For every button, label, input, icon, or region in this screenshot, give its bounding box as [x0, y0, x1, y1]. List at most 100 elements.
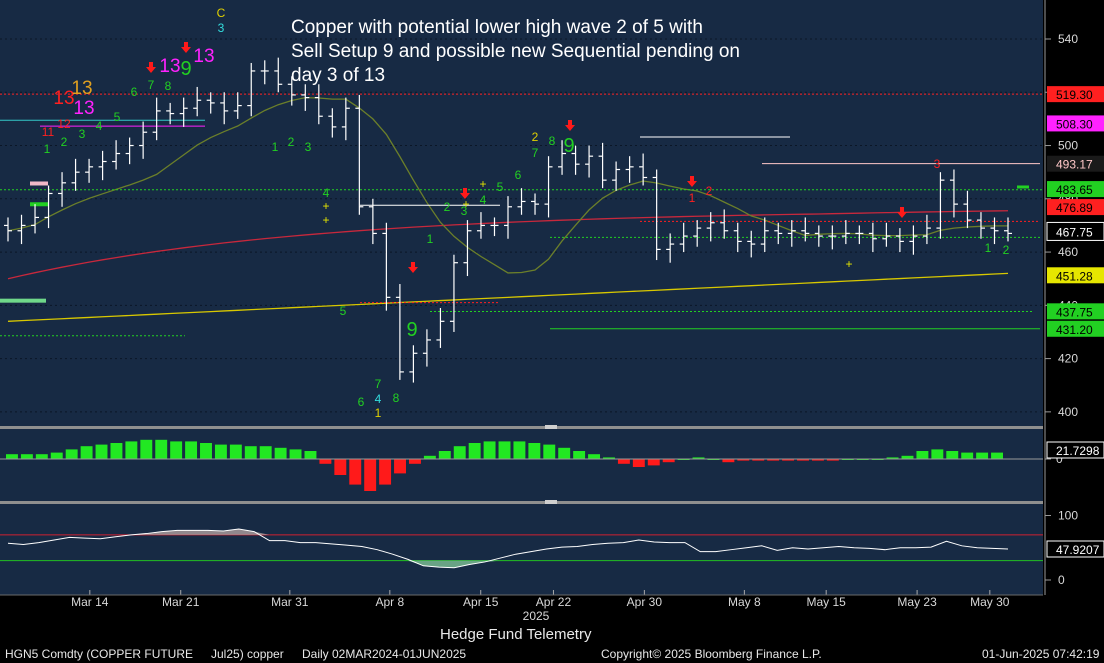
- histogram-bar: [468, 443, 481, 459]
- seq-count-28: 9: [406, 319, 417, 341]
- price-tag-text: 483.65: [1056, 183, 1093, 197]
- tdst-block-pink: [30, 181, 48, 186]
- seq-count-5: 13: [159, 56, 180, 77]
- seq-count-24: 7: [375, 377, 382, 391]
- histogram-bar: [334, 459, 347, 475]
- seq-count-22: 5: [340, 304, 347, 318]
- seq-count-4: 13: [71, 78, 92, 99]
- histogram-bar: [244, 446, 257, 459]
- footer-timestamp: 01-Jun-2025 07:42:19: [982, 647, 1100, 661]
- price-tag-text: 508.30: [1056, 117, 1093, 131]
- seq-count-11: 5: [114, 110, 121, 124]
- seq-plus-mark: +: [322, 213, 329, 227]
- seq-count-17: 3: [218, 21, 225, 35]
- histogram-bar: [617, 459, 630, 464]
- footer-copyright: Copyright© 2025 Bloomberg Finance L.P.: [601, 647, 822, 661]
- x-tick-label: Mar 31: [271, 595, 309, 609]
- histogram-bar: [588, 454, 601, 459]
- histogram-bar: [95, 444, 108, 459]
- histogram-bar: [438, 451, 451, 459]
- seq-plus-mark: +: [322, 199, 329, 213]
- x-tick-label: May 15: [807, 595, 847, 609]
- histogram-bar: [543, 444, 556, 459]
- tdst-block-green-2: [30, 202, 48, 207]
- histogram-bar: [155, 439, 168, 459]
- price-tag-text: 431.20: [1056, 323, 1093, 337]
- seq-count-2: 13: [73, 98, 94, 119]
- seq-count-10: 4: [96, 119, 103, 133]
- price-tick-label: 540: [1058, 32, 1078, 46]
- seq-count-13: 7: [148, 78, 155, 92]
- histogram-bar: [170, 441, 183, 459]
- price-tick-label: 500: [1058, 139, 1078, 153]
- x-tick-label: May 8: [728, 595, 761, 609]
- histogram-bar: [916, 451, 929, 459]
- seq-plus-mark: +: [462, 197, 469, 211]
- x-tick-label: Apr 8: [375, 595, 404, 609]
- x-tick-label: Apr 22: [536, 595, 572, 609]
- x-tick-label: Apr 30: [627, 595, 663, 609]
- seq-count-23: 6: [358, 395, 365, 409]
- seq-count-14: 8: [165, 79, 172, 93]
- histogram-bar: [319, 459, 332, 464]
- histogram-bar: [946, 451, 959, 459]
- osc-tick-label: 100: [1058, 509, 1078, 523]
- seq-count-21: 4: [323, 186, 330, 200]
- histogram-bar: [513, 441, 526, 459]
- annotation-line-2: Sell Setup 9 and possible new Sequential…: [291, 41, 740, 62]
- histogram-bar: [140, 439, 153, 459]
- seq-count-37: 8: [549, 134, 556, 148]
- histogram-bar: [528, 443, 541, 459]
- histogram-bar: [498, 441, 511, 459]
- seq-count-19: 2: [288, 135, 295, 149]
- seq-count-32: 4: [480, 193, 487, 207]
- x-tick-label: Apr 15: [463, 595, 499, 609]
- histogram-bar: [274, 447, 287, 459]
- chart-svg: 111213131313 131 23456 7 89C31 2 34567418912 34…: [0, 0, 1104, 663]
- seq-count-27: 8: [393, 391, 400, 405]
- histogram-bar: [931, 449, 944, 459]
- panel-separator-2: [0, 501, 1043, 504]
- x-tick-label: Mar 21: [162, 595, 200, 609]
- footer-title: Hedge Fund Telemetry: [440, 626, 592, 643]
- histogram-bar: [961, 452, 974, 459]
- price-tag-text: 519.30: [1056, 88, 1093, 102]
- histogram-bar: [65, 449, 78, 459]
- seq-count-36: 2: [532, 130, 539, 144]
- histogram-bar: [125, 441, 138, 459]
- histogram-bar: [647, 459, 660, 466]
- tdst-tick-green: [1017, 185, 1029, 189]
- seq-count-12: 6: [131, 85, 138, 99]
- seq-count-8: 2: [61, 135, 68, 149]
- seq-count-6: 13: [193, 46, 214, 67]
- histogram-bar: [991, 452, 1003, 459]
- seq-plus-mark: +: [845, 257, 852, 271]
- seq-count-1: 12: [57, 117, 71, 131]
- plot-background: [0, 0, 1043, 595]
- histogram-bar: [573, 451, 586, 459]
- panel-handle-2: [545, 500, 557, 504]
- price-tag-text: 493.17: [1056, 158, 1093, 172]
- histogram-bar: [483, 441, 496, 459]
- seq-count-15: 9: [180, 58, 191, 80]
- histogram-bar: [50, 452, 63, 459]
- histogram-bar: [200, 443, 212, 459]
- histogram-bar: [20, 454, 33, 459]
- seq-count-33: 5: [497, 180, 504, 194]
- footer-contract: Jul25) copper: [211, 647, 284, 661]
- seq-count-25: 4: [375, 392, 382, 406]
- seq-count-18: 1: [272, 140, 279, 154]
- histogram-bar: [185, 441, 198, 459]
- osc-value-text: 47.9207: [1056, 543, 1100, 557]
- histogram-bar: [214, 444, 227, 459]
- histogram-bar: [110, 443, 123, 459]
- footer-period: Daily 02MAR2024-01JUN2025: [302, 647, 467, 661]
- annotation-line-3: day 3 of 13: [291, 65, 385, 86]
- seq-count-38: 9: [563, 135, 574, 157]
- seq-count-16: C: [217, 6, 226, 20]
- panel-handle-1: [545, 425, 557, 429]
- seq-count-29: 1: [427, 232, 434, 246]
- year-label: 2025: [523, 609, 550, 623]
- histogram-bar: [35, 454, 48, 459]
- seq-count-35: 7: [532, 146, 539, 160]
